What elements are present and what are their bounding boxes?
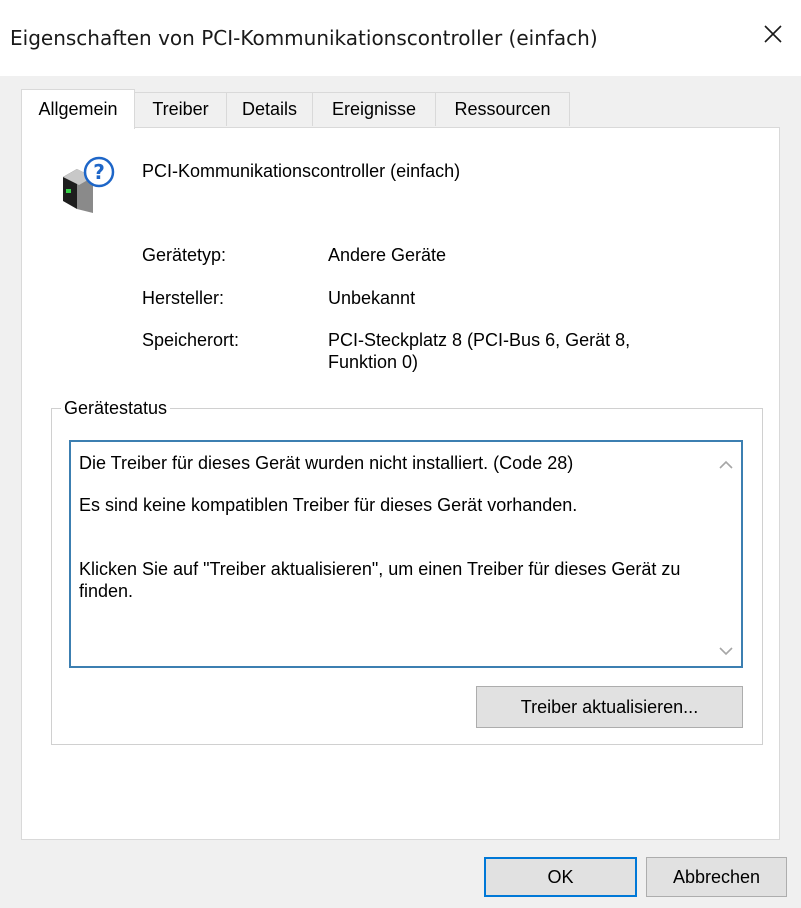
update-driver-button[interactable]: Treiber aktualisieren... bbox=[476, 686, 743, 728]
title-bar: Eigenschaften von PCI-Kommunikationscont… bbox=[0, 0, 801, 76]
cancel-button[interactable]: Abbrechen bbox=[646, 857, 787, 897]
tab-details[interactable]: Details bbox=[226, 92, 313, 126]
tab-label: Details bbox=[241, 99, 298, 119]
tab-label: Allgemein bbox=[38, 99, 118, 119]
location-value-line1: PCI-Steckplatz 8 (PCI-Bus 6, Gerät 8, bbox=[328, 330, 631, 350]
ok-label: OK bbox=[547, 866, 574, 887]
chevron-up-icon bbox=[719, 460, 733, 469]
manufacturer-label: Hersteller: bbox=[142, 288, 225, 308]
status-line-3: Klicken Sie auf "Treiber aktualisieren",… bbox=[79, 559, 681, 601]
device-type-value: Andere Geräte bbox=[328, 245, 447, 265]
tab-label: Ressourcen bbox=[454, 99, 551, 119]
scroll-up-button[interactable] bbox=[717, 456, 735, 474]
location-label: Speicherort: bbox=[142, 330, 240, 350]
tab-panel-allgemein: ? PCI-Kommunikationscontroller (einfach)… bbox=[21, 127, 780, 840]
device-status-label: Gerätestatus bbox=[61, 398, 171, 418]
close-icon bbox=[764, 25, 782, 43]
tab-label: Ereignisse bbox=[331, 99, 417, 119]
close-button[interactable] bbox=[745, 10, 801, 58]
unknown-device-icon: ? bbox=[63, 156, 115, 213]
status-line-2: Es sind keine kompatiblen Treiber für di… bbox=[79, 495, 578, 515]
tab-ressourcen[interactable]: Ressourcen bbox=[435, 92, 570, 126]
chevron-down-icon bbox=[719, 647, 733, 656]
device-type-label: Gerätetyp: bbox=[142, 245, 227, 265]
scroll-down-button[interactable] bbox=[717, 642, 735, 660]
device-name: PCI-Kommunikationscontroller (einfach) bbox=[142, 161, 461, 181]
ok-button[interactable]: OK bbox=[484, 857, 637, 897]
tab-allgemein[interactable]: Allgemein bbox=[21, 89, 135, 129]
location-value-line2: Funktion 0) bbox=[328, 352, 419, 372]
tab-label: Treiber bbox=[152, 99, 209, 119]
tab-treiber[interactable]: Treiber bbox=[134, 92, 227, 126]
status-line-1: Die Treiber für dieses Gerät wurden nich… bbox=[79, 453, 574, 473]
update-driver-label: Treiber aktualisieren... bbox=[520, 696, 699, 717]
tab-bar: Allgemein Treiber Details Ereignisse Res… bbox=[21, 89, 781, 129]
cancel-label: Abbrechen bbox=[672, 866, 761, 887]
device-status-textbox[interactable]: Die Treiber für dieses Gerät wurden nich… bbox=[69, 440, 743, 668]
window-title: Eigenschaften von PCI-Kommunikationscont… bbox=[10, 26, 598, 50]
svg-text:?: ? bbox=[93, 160, 105, 184]
manufacturer-value: Unbekannt bbox=[328, 288, 416, 308]
tab-ereignisse[interactable]: Ereignisse bbox=[312, 92, 436, 126]
